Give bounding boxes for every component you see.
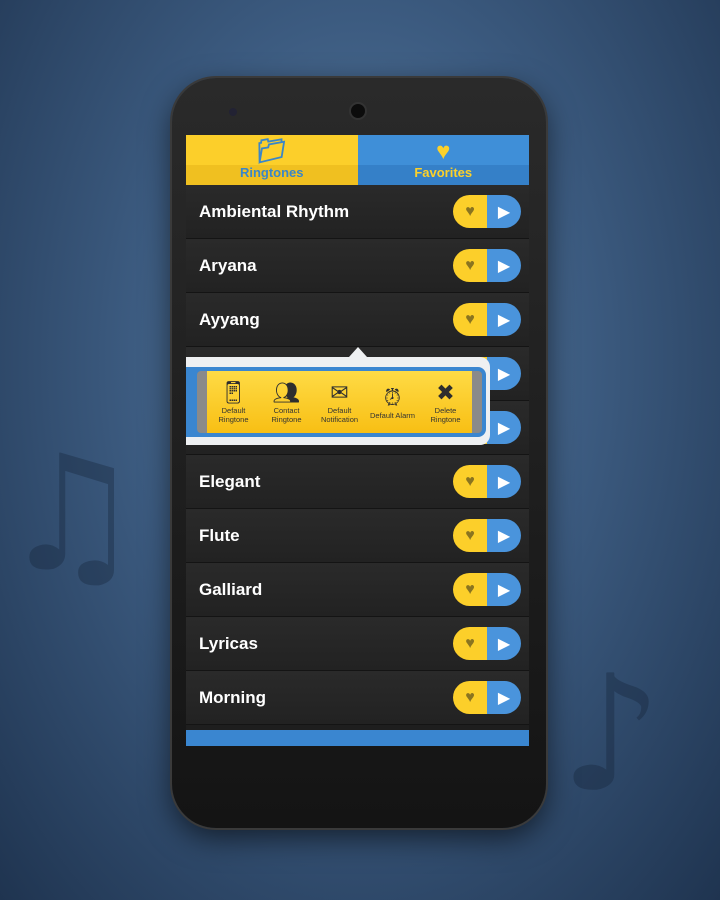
ringtone-name: Lyricas (199, 633, 258, 653)
speaker (349, 102, 367, 120)
contacts-icon: 👥︎ (272, 380, 301, 405)
tab-favorites[interactable]: ♥ Favorites (357, 135, 529, 185)
list-item[interactable]: Ayyang ♥ ▶ (186, 293, 529, 347)
play-icon[interactable]: ▶ (487, 573, 521, 606)
ringtone-name: Elegant (199, 471, 261, 491)
play-icon[interactable]: ▶ (487, 411, 521, 444)
music-note-decoration: ♫ (0, 420, 144, 607)
action-alarm-clock[interactable]: ⏰︎ Default Alarm (366, 385, 419, 420)
heart-icon: ♥ (436, 138, 451, 165)
envelope-icon: ✉ (330, 380, 349, 405)
play-icon[interactable]: ▶ (487, 519, 521, 552)
alarm-clock-icon: ⏰︎ (383, 384, 402, 410)
popup-arrow (349, 347, 367, 357)
ringtone-controls: ♥ ▶ (453, 519, 521, 552)
ringtone-controls: ♥ ▶ (453, 681, 521, 714)
ringtone-list: Ambiental Rhythm ♥ ▶ Aryana ♥ ▶ Ayyang ♥… (186, 185, 529, 725)
tab-ringtones[interactable]: 📁︎ Ringtones (186, 135, 358, 185)
play-icon[interactable]: ▶ (487, 195, 521, 228)
action-label: Contact Ringtone (271, 406, 302, 424)
favorite-heart-icon[interactable]: ♥ (453, 249, 487, 282)
ringtone-controls: ♥ ▶ (453, 249, 521, 282)
ringtone-controls: ♥ ▶ (453, 573, 521, 606)
ringtone-name: Galliard (199, 579, 263, 599)
list-item[interactable]: Ambiental Rhythm ♥ ▶ (186, 185, 529, 239)
ringtone-controls: ♥ ▶ (453, 195, 521, 228)
list-item[interactable]: Morning ♥ ▶ (186, 671, 529, 725)
action-label: Default Notification (320, 406, 359, 424)
play-icon[interactable]: ▶ (487, 303, 521, 336)
ringtone-name: Morning (199, 687, 267, 707)
favorite-heart-icon[interactable]: ♥ (453, 519, 487, 552)
action-contacts[interactable]: 👥︎ Contact Ringtone (260, 380, 313, 424)
play-icon[interactable]: ▶ (487, 249, 521, 282)
favorite-heart-icon[interactable]: ♥ (453, 195, 487, 228)
list-item[interactable]: Elegant ♥ ▶ (186, 455, 529, 509)
list-item[interactable]: Aryana ♥ ▶ (186, 239, 529, 293)
tab-label: Favorites (414, 165, 473, 180)
delete-x-icon: ✖ (436, 380, 455, 405)
play-icon[interactable]: ▶ (487, 627, 521, 660)
list-item[interactable]: Flute ♥ ▶ (186, 509, 529, 563)
list-item[interactable]: Galliard ♥ ▶ (186, 563, 529, 617)
music-note-decoration: ♪ (560, 640, 663, 827)
favorite-heart-icon[interactable]: ♥ (453, 303, 487, 336)
ringtone-actions-popup: 📱︎ Default Ringtone 👥︎ Contact Ringtone … (186, 357, 490, 445)
ringtone-name: Ayyang (199, 309, 260, 329)
favorite-heart-icon[interactable]: ♥ (453, 627, 487, 660)
ringtone-controls: ♥ ▶ (453, 465, 521, 498)
favorite-heart-icon[interactable]: ♥ (453, 681, 487, 714)
play-icon[interactable]: ▶ (487, 681, 521, 714)
tab-bar: 📁︎ Ringtones ♥ Favorites (186, 135, 529, 185)
music-folder-icon: 📁︎ (256, 138, 287, 165)
ringtone-name: Ambiental Rhythm (199, 201, 350, 221)
phone-ringing-icon: 📱︎ (219, 380, 248, 405)
action-delete-x[interactable]: ✖ Delete Ringtone (419, 380, 472, 424)
action-label: Delete Ringtone (430, 406, 461, 424)
ringtone-name: Aryana (199, 255, 257, 275)
favorite-heart-icon[interactable]: ♥ (453, 573, 487, 606)
play-icon[interactable]: ▶ (487, 357, 521, 390)
list-item[interactable]: Lyricas ♥ ▶ (186, 617, 529, 671)
bottom-bar (186, 730, 529, 746)
action-phone-ringing[interactable]: 📱︎ Default Ringtone (207, 380, 260, 424)
ringtone-controls: ♥ ▶ (453, 303, 521, 336)
ringtone-controls: ♥ ▶ (453, 627, 521, 660)
camera (229, 108, 237, 116)
action-envelope[interactable]: ✉ Default Notification (313, 380, 366, 424)
action-label: Default Alarm (369, 410, 416, 420)
favorite-heart-icon[interactable]: ♥ (453, 465, 487, 498)
tab-label: Ringtones (239, 165, 304, 180)
ringtone-name: Flute (199, 525, 240, 545)
actions-bar: 📱︎ Default Ringtone 👥︎ Contact Ringtone … (197, 371, 482, 433)
action-label: Default Ringtone (218, 406, 249, 424)
play-icon[interactable]: ▶ (487, 465, 521, 498)
